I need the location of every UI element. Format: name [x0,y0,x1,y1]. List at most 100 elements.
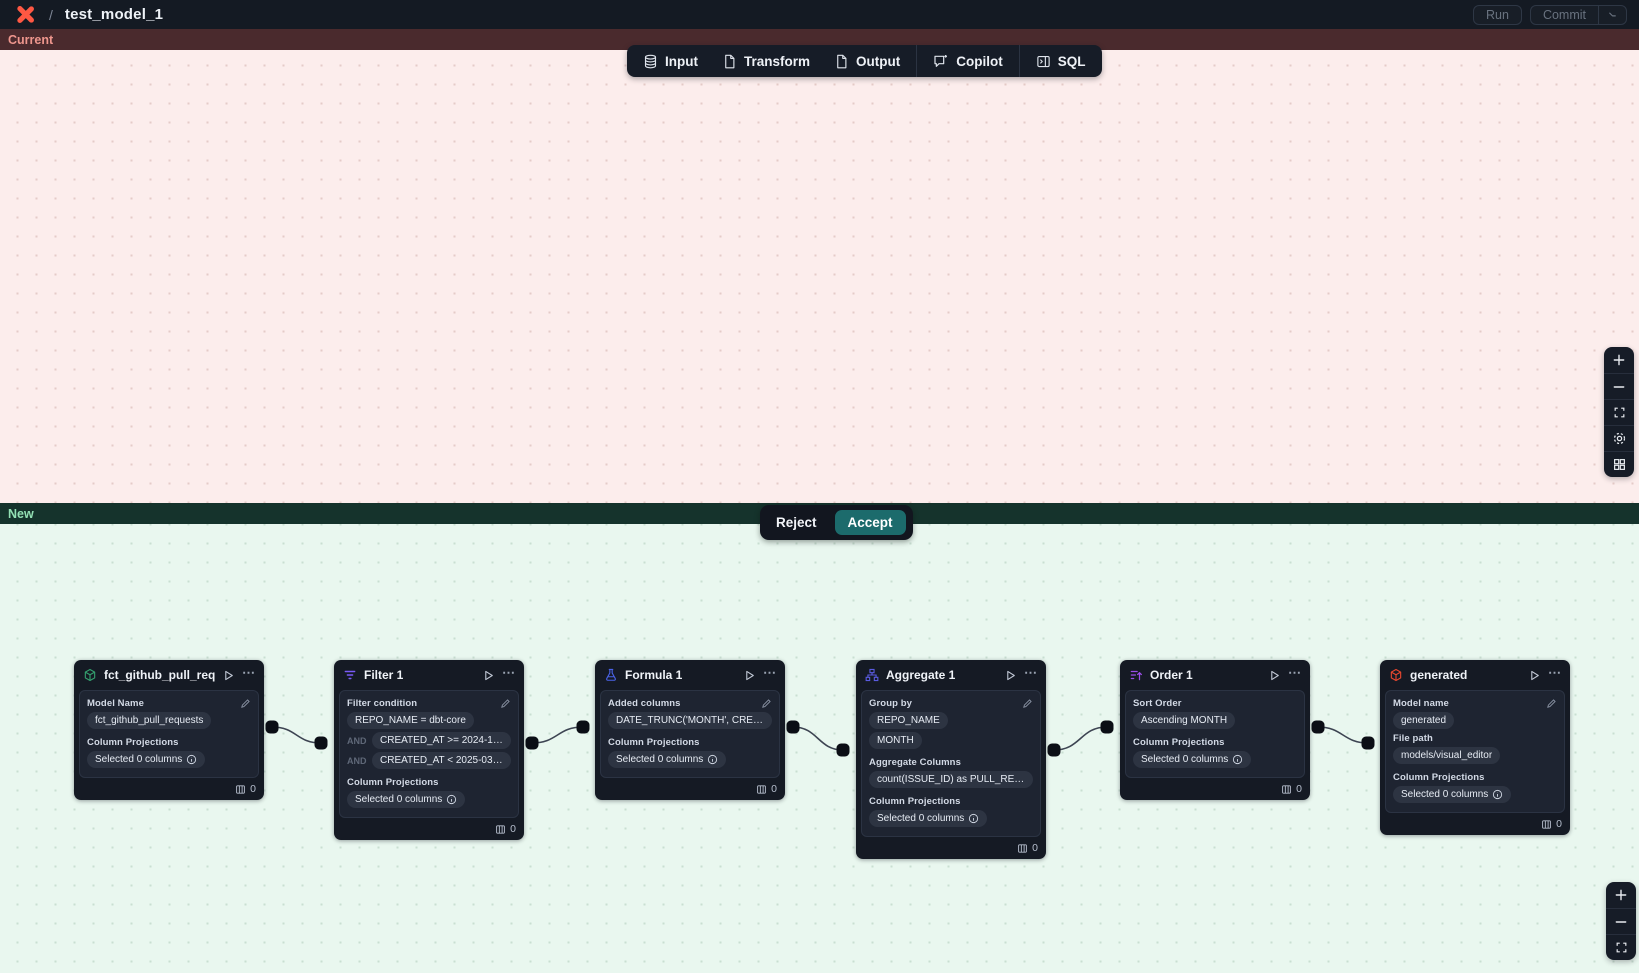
projections-pill[interactable]: Selected 0 columns [87,751,205,768]
info-icon[interactable] [446,794,457,805]
node-menu-button[interactable]: ⋯ [763,668,777,682]
toolbar-sql-button[interactable]: SQL [1024,45,1098,77]
info-icon[interactable] [1492,789,1503,800]
file-icon [722,54,737,69]
aggregate-column-pill[interactable]: count(ISSUE_ID) as PULL_REQUEST_… [869,771,1033,788]
field-label: Added columns [608,698,681,709]
edit-pencil-icon[interactable] [1022,698,1033,709]
projections-pill[interactable]: Selected 0 columns [347,791,465,808]
node-footer: 0 [334,818,524,840]
info-icon[interactable] [1232,754,1243,765]
toolbar-transform-button[interactable]: Transform [710,45,822,77]
toolbar-output-button[interactable]: Output [822,45,912,77]
node-order-1[interactable]: Order 1 ⋯ Sort Order Ascending MONTH Col… [1120,660,1310,800]
accept-button[interactable]: Accept [835,510,906,535]
model-name-pill[interactable]: generated [1393,712,1454,729]
edit-pencil-icon[interactable] [1546,698,1557,709]
copilot-chat-icon [933,53,949,69]
node-title: fct_github_pull_requests [104,668,215,682]
field-label: Group by [869,698,912,709]
filter-condition-pill[interactable]: REPO_NAME = dbt-core [347,712,474,729]
node-formula-1[interactable]: Formula 1 ⋯ Added columns DATE_TRUNC('MO… [595,660,785,800]
filter-condition-pill[interactable]: CREATED_AT < 2025-03-01 [372,752,511,769]
node-title: generated [1410,668,1521,682]
play-icon [482,669,495,682]
node-toolbar: Input Transform Output Copilot S [627,45,1102,77]
group-by-pill[interactable]: MONTH [869,732,922,749]
title-bar: / test_model_1 Run Commit [0,0,1639,29]
toolbar-input-button[interactable]: Input [631,45,710,77]
zoom-in-button[interactable] [1606,882,1636,908]
reject-button[interactable]: Reject [764,511,829,534]
zoom-in-button[interactable] [1604,347,1634,373]
database-icon [643,54,658,69]
node-aggregate-1[interactable]: Aggregate 1 ⋯ Group by REPO_NAME MONTH A… [856,660,1046,859]
node-menu-button[interactable]: ⋯ [242,668,256,682]
node-config: Filter condition REPO_NAME = dbt-core AN… [339,690,519,818]
node-menu-button[interactable]: ⋯ [1024,668,1038,682]
row-count: 0 [250,783,256,795]
group-by-pill[interactable]: REPO_NAME [869,712,948,729]
node-menu-button[interactable]: ⋯ [502,668,516,682]
review-decision-bar: Reject Accept [760,505,913,540]
node-fct-github-pull-requests[interactable]: fct_github_pull_requests ⋯ Model Name fc… [74,660,264,800]
node-generated[interactable]: generated ⋯ Model name generated File pa… [1380,660,1570,835]
zoom-out-button[interactable] [1604,373,1634,399]
fit-view-button[interactable] [1606,934,1636,960]
page-title: test_model_1 [65,6,163,23]
sql-panel-icon [1036,54,1051,69]
added-column-pill[interactable]: DATE_TRUNC('MONTH', CREATED_AT… [608,712,772,729]
field-label: Column Projections [347,777,439,788]
commit-dropdown-button[interactable] [1598,6,1626,24]
info-icon[interactable] [968,813,979,824]
info-icon[interactable] [707,754,718,765]
node-play-button[interactable] [1528,669,1541,682]
sort-order-pill[interactable]: Ascending MONTH [1133,712,1235,729]
projections-pill[interactable]: Selected 0 columns [1133,751,1251,768]
file-path-pill[interactable]: models/visual_editor [1393,747,1500,764]
columns-table-icon [1541,819,1552,830]
run-button[interactable]: Run [1473,5,1522,25]
node-play-button[interactable] [1004,669,1017,682]
edit-pencil-icon[interactable] [761,698,772,709]
node-filter-1[interactable]: Filter 1 ⋯ Filter condition REPO_NAME = … [334,660,524,840]
projections-pill[interactable]: Selected 0 columns [869,810,987,827]
node-play-button[interactable] [222,669,235,682]
commit-button[interactable]: Commit [1531,8,1598,22]
focus-lock-button[interactable] [1604,425,1634,451]
node-menu-button[interactable]: ⋯ [1288,668,1302,682]
projections-pill[interactable]: Selected 0 columns [1393,786,1511,803]
play-icon [743,669,756,682]
current-canvas[interactable] [0,50,1639,503]
row-count: 0 [1556,818,1562,830]
node-play-button[interactable] [743,669,756,682]
model-name-pill[interactable]: fct_github_pull_requests [87,712,211,729]
fit-view-button[interactable] [1604,399,1634,425]
node-play-button[interactable] [482,669,495,682]
zoom-out-button[interactable] [1606,908,1636,934]
dbt-logo-icon[interactable] [15,5,35,25]
node-footer: 0 [595,778,785,800]
columns-table-icon [756,784,767,795]
node-menu-button[interactable]: ⋯ [1548,668,1562,682]
new-flow-controls [1606,882,1636,960]
sort-icon [1129,668,1143,682]
file-output-icon [834,54,849,69]
commit-split-button[interactable]: Commit [1530,5,1627,25]
flask-icon [604,668,618,682]
projections-pill[interactable]: Selected 0 columns [608,751,726,768]
toolbar-copilot-button[interactable]: Copilot [921,45,1015,77]
field-label: Column Projections [1133,737,1225,748]
node-footer: 0 [1380,813,1570,835]
field-label: File path [1393,733,1433,744]
edit-pencil-icon[interactable] [500,698,511,709]
info-icon[interactable] [186,754,197,765]
filter-condition-pill[interactable]: CREATED_AT >= 2024-12-01 [372,732,511,749]
filter-icon [343,668,357,682]
field-label: Model name [1393,698,1449,709]
row-count: 0 [1296,783,1302,795]
node-play-button[interactable] [1268,669,1281,682]
row-count: 0 [771,783,777,795]
tile-layout-button[interactable] [1604,451,1634,477]
edit-pencil-icon[interactable] [240,698,251,709]
